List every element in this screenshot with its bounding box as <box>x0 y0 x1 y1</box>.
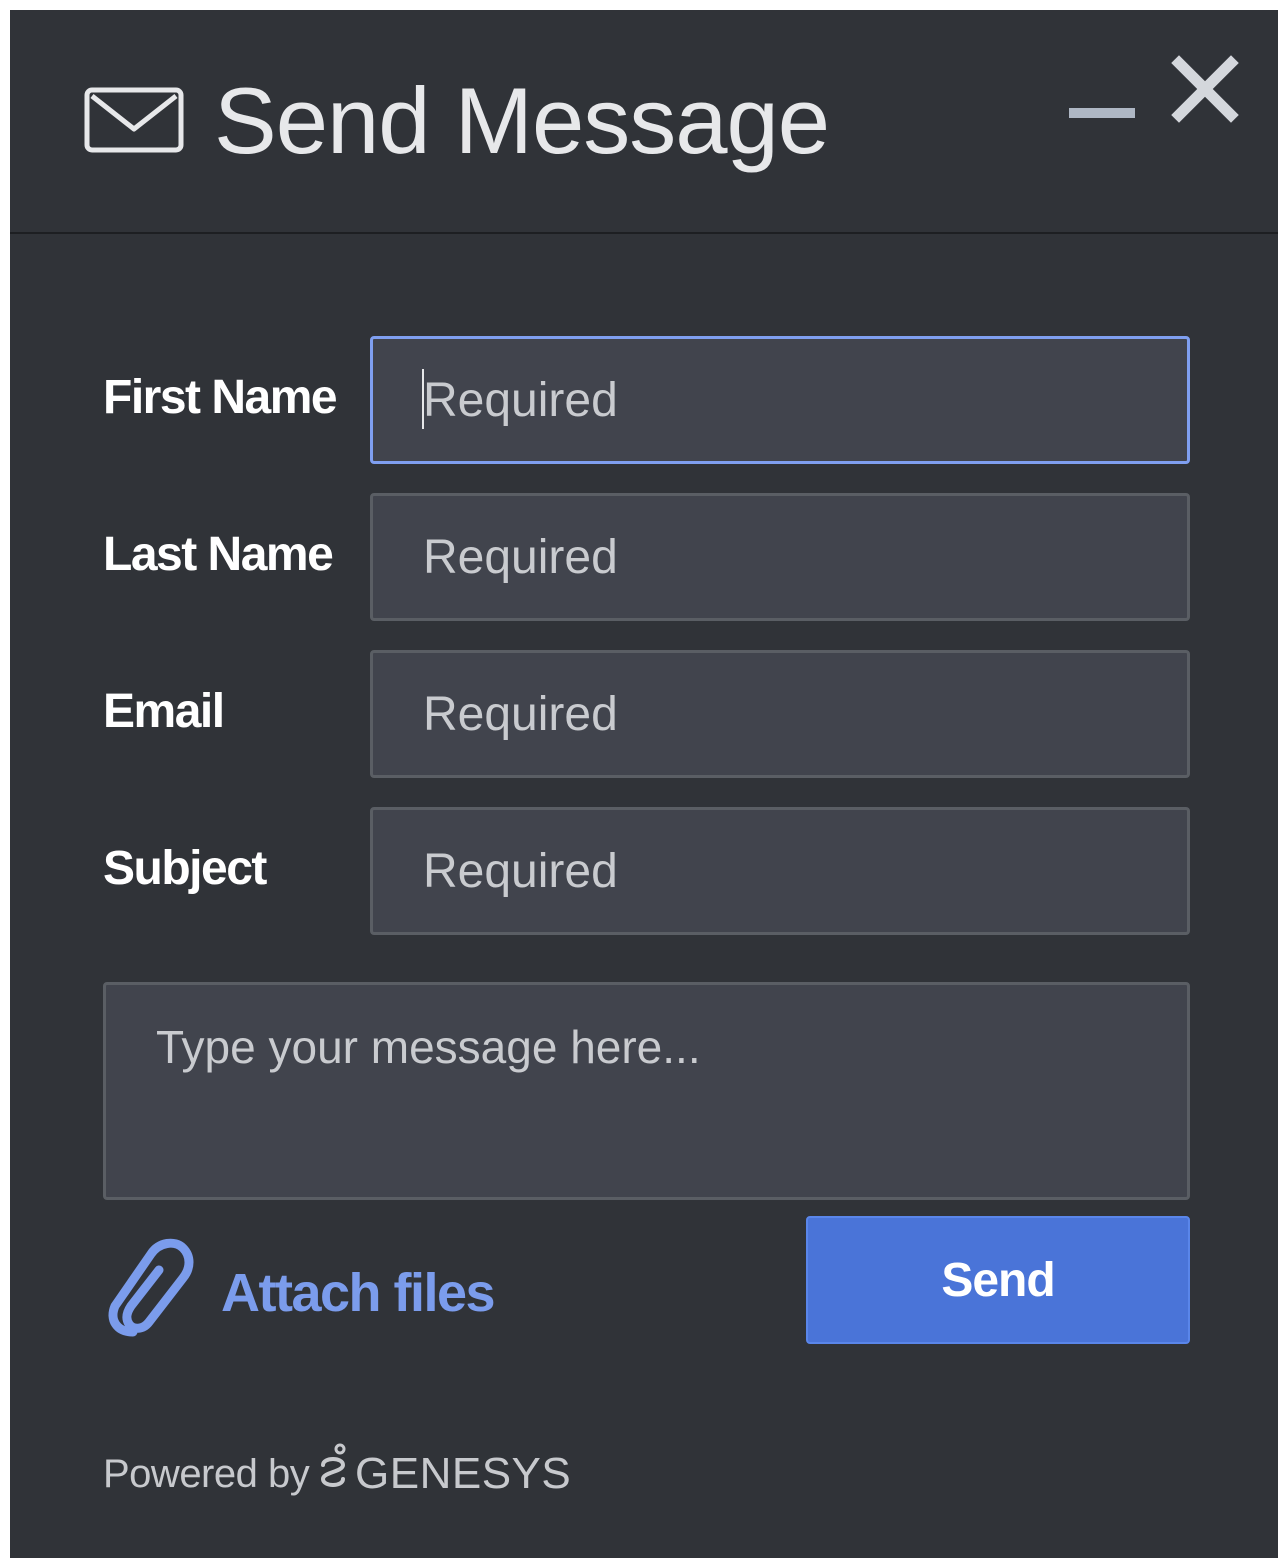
message-textarea[interactable] <box>103 982 1190 1200</box>
first-name-input[interactable] <box>370 336 1190 464</box>
close-icon <box>1171 55 1239 123</box>
envelope-icon <box>84 87 184 153</box>
attach-files-label: Attach files <box>221 1263 496 1323</box>
first-name-label: First Name <box>103 371 338 424</box>
text-cursor <box>422 369 424 429</box>
powered-by-label: Powered by <box>103 1452 310 1496</box>
last-name-label: Last Name <box>103 528 334 581</box>
genesys-brand: GENESYS <box>355 1449 572 1498</box>
last-name-input[interactable] <box>370 493 1190 621</box>
widget-title: Send Message <box>214 68 830 173</box>
email-label: Email <box>103 685 225 738</box>
send-button[interactable]: Send <box>806 1216 1190 1344</box>
minimize-button[interactable] <box>1067 100 1137 126</box>
attach-files-link[interactable]: Attach files <box>103 1236 523 1342</box>
email-input[interactable] <box>370 650 1190 778</box>
widget-header: Send Message <box>10 10 1278 234</box>
genesys-logo-icon <box>320 1443 346 1487</box>
paperclip-icon <box>108 1238 194 1337</box>
send-message-widget: Send Message First Name Last Name Email … <box>10 10 1278 1558</box>
minimize-icon <box>1069 108 1135 118</box>
subject-input[interactable] <box>370 807 1190 935</box>
close-button[interactable] <box>1170 54 1240 124</box>
subject-label: Subject <box>103 842 267 895</box>
